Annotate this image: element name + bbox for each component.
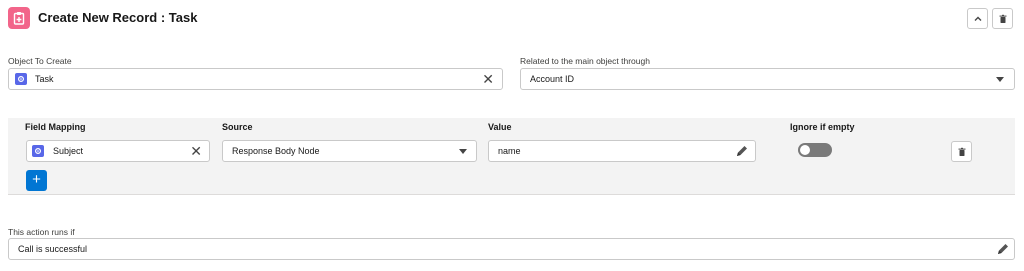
chevron-down-icon xyxy=(459,149,467,154)
chevron-up-icon xyxy=(974,16,981,21)
column-field-mapping: Field Mapping xyxy=(25,122,86,132)
mapping-table-header: Field Mapping Source Value Ignore if emp… xyxy=(8,118,1015,135)
column-source: Source xyxy=(222,122,253,132)
pencil-icon[interactable] xyxy=(735,144,749,158)
add-mapping-button[interactable]: + xyxy=(26,170,47,191)
column-ignore-if-empty: Ignore if empty xyxy=(790,122,855,132)
condition-value: Call is successful xyxy=(18,244,88,254)
delete-action-button[interactable] xyxy=(992,8,1013,29)
field-icon xyxy=(32,145,44,157)
value-input[interactable]: name xyxy=(488,140,756,162)
field-mapping-input[interactable]: Subject ✕ xyxy=(26,140,210,162)
condition-label: This action runs if xyxy=(8,227,75,237)
source-select[interactable]: Response Body Node xyxy=(222,140,477,162)
delete-row-button[interactable] xyxy=(951,141,972,162)
collapse-button[interactable] xyxy=(967,8,988,29)
clipboard-icon xyxy=(13,12,25,25)
clear-field-icon[interactable]: ✕ xyxy=(190,144,202,158)
related-object-label: Related to the main object through xyxy=(520,56,650,66)
pencil-icon[interactable] xyxy=(996,242,1010,256)
trash-icon xyxy=(999,14,1006,23)
object-icon xyxy=(15,73,27,85)
ignore-if-empty-toggle[interactable] xyxy=(798,143,832,157)
field-mapping-value: Subject xyxy=(53,146,84,156)
toggle-knob xyxy=(800,145,810,155)
task-object-icon xyxy=(8,7,30,29)
trash-icon xyxy=(958,147,965,156)
clear-object-icon[interactable]: ✕ xyxy=(482,72,494,86)
chevron-down-icon xyxy=(996,77,1004,82)
object-to-create-label: Object To Create xyxy=(8,56,72,66)
related-object-select[interactable]: Account ID xyxy=(520,68,1015,90)
column-value: Value xyxy=(488,122,512,132)
page-title: Create New Record : Task xyxy=(38,10,198,25)
related-object-value: Account ID xyxy=(530,74,575,84)
source-value: Response Body Node xyxy=(232,146,320,156)
object-to-create-value: Task xyxy=(35,74,54,84)
condition-field[interactable]: Call is successful xyxy=(8,238,1015,260)
object-to-create-field[interactable]: Task ✕ xyxy=(8,68,503,90)
value-text: name xyxy=(498,146,521,156)
mapping-table-footer xyxy=(8,167,1015,195)
